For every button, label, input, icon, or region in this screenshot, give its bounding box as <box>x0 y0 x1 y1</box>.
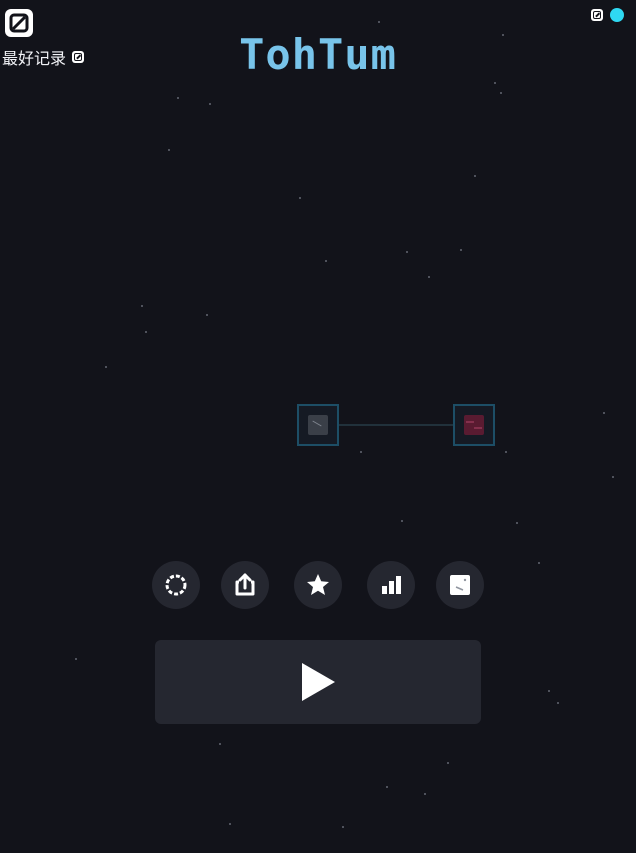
favorite-button[interactable] <box>294 561 342 609</box>
left-cell[interactable] <box>297 404 339 446</box>
star <box>401 520 403 522</box>
star <box>612 476 614 478</box>
right-cell[interactable] <box>453 404 495 446</box>
star <box>494 82 496 84</box>
star <box>325 260 327 262</box>
star <box>299 197 301 199</box>
play-icon <box>302 663 335 701</box>
top-right-status <box>591 8 624 22</box>
star <box>145 331 147 333</box>
status-dot-icon <box>610 8 624 22</box>
star <box>557 702 559 704</box>
star <box>474 175 476 177</box>
star <box>206 314 208 316</box>
settings-ring-icon <box>165 574 187 596</box>
action-buttons <box>152 561 484 609</box>
tile-icon <box>450 575 470 595</box>
board-connector <box>339 424 453 426</box>
star <box>342 826 344 828</box>
star <box>505 451 507 453</box>
star <box>516 522 518 524</box>
stats-button[interactable] <box>367 561 415 609</box>
star <box>360 451 362 453</box>
bars-icon <box>382 576 401 594</box>
star <box>168 149 170 151</box>
star <box>428 276 430 278</box>
left-tile-icon <box>308 415 328 435</box>
star <box>424 793 426 795</box>
game-screen: 最好记录 TohTum <box>0 0 636 853</box>
star <box>603 412 605 414</box>
puzzle-board <box>297 404 495 446</box>
star-icon <box>307 574 329 595</box>
star <box>386 786 388 788</box>
star <box>500 92 502 94</box>
star <box>378 21 380 23</box>
share-button[interactable] <box>221 561 269 609</box>
settings-button[interactable] <box>152 561 200 609</box>
star <box>229 823 231 825</box>
small-mark-icon <box>591 9 603 21</box>
tile-button[interactable] <box>436 561 484 609</box>
star <box>177 97 179 99</box>
share-icon <box>235 573 255 596</box>
star <box>548 690 550 692</box>
game-title: TohTum <box>239 30 397 79</box>
right-tile-icon <box>464 415 484 435</box>
star <box>75 658 77 660</box>
star <box>447 762 449 764</box>
star <box>105 366 107 368</box>
star <box>219 743 221 745</box>
star <box>141 305 143 307</box>
star <box>538 562 540 564</box>
star <box>209 103 211 105</box>
play-button[interactable] <box>155 640 481 724</box>
star <box>460 249 462 251</box>
star <box>406 251 408 253</box>
